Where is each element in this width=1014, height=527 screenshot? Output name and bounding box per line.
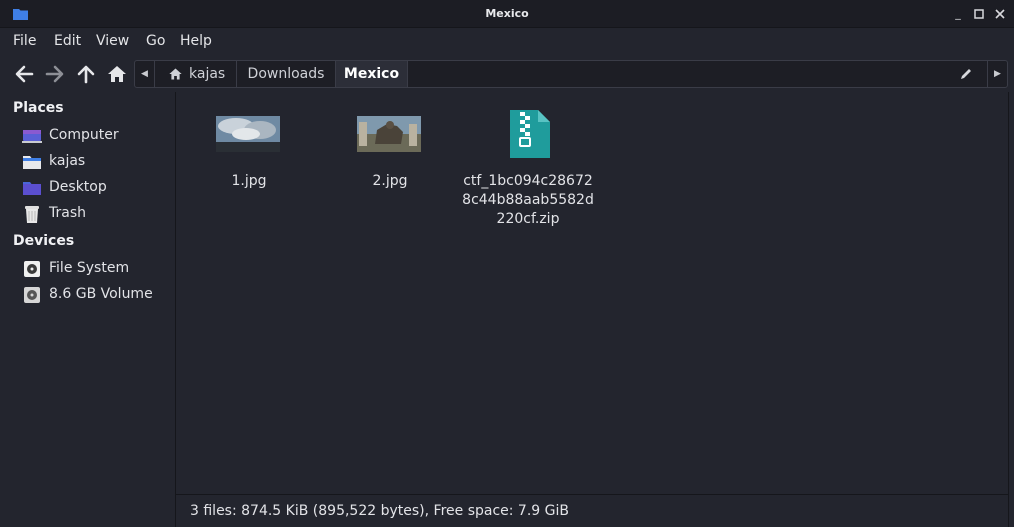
file-view: 1.jpg 2.jpg ctf_1bc094c28672 8c44b88aab5	[176, 92, 1008, 494]
title-bar: Mexico _	[0, 0, 1014, 28]
sidebar: Places Computer kajas Desktop Trash Devi…	[0, 92, 176, 527]
menu-go[interactable]: Go	[146, 33, 165, 49]
computer-icon	[22, 130, 42, 143]
sidebar-item-label: Desktop	[49, 179, 107, 195]
file-item[interactable]: ctf_1bc094c28672 8c44b88aab5582d 220cf.z…	[458, 92, 598, 232]
sidebar-item-computer[interactable]: Computer	[0, 123, 175, 149]
file-item[interactable]: 1.jpg	[176, 92, 316, 232]
home-icon	[169, 68, 182, 80]
home-folder-icon	[23, 156, 41, 169]
places-heading: Places	[13, 100, 64, 116]
forward-arrow-icon[interactable]	[44, 64, 66, 84]
sidebar-item-label: kajas	[49, 153, 86, 169]
sidebar-item-kajas[interactable]: kajas	[0, 149, 175, 175]
edit-path-icon[interactable]	[959, 67, 973, 81]
path-segment-kajas[interactable]: kajas	[156, 61, 237, 87]
sidebar-item-file-system[interactable]: File System	[0, 256, 175, 282]
desktop-icon	[23, 182, 41, 195]
menu-file[interactable]: File	[13, 33, 36, 49]
devices-heading: Devices	[13, 233, 75, 249]
file-name: 1.jpg	[231, 173, 267, 189]
file-name-line: 8c44b88aab5582d	[462, 192, 594, 208]
window-title: Mexico	[485, 7, 529, 20]
maximize-button[interactable]	[972, 7, 986, 21]
file-name-line: 220cf.zip	[496, 211, 560, 227]
file-name-line: ctf_1bc094c28672	[463, 173, 593, 189]
path-segment-downloads[interactable]: Downloads	[237, 61, 336, 87]
zip-archive-icon	[510, 110, 550, 158]
sidebar-item-volume[interactable]: 8.6 GB Volume	[0, 282, 175, 308]
menu-help[interactable]: Help	[180, 33, 212, 49]
up-arrow-icon[interactable]	[75, 64, 97, 84]
sidebar-item-label: File System	[49, 260, 130, 276]
sidebar-item-label: 8.6 GB Volume	[49, 286, 153, 302]
sidebar-item-trash[interactable]: Trash	[0, 201, 175, 227]
maximize-icon	[974, 9, 984, 19]
status-text: 3 files: 874.5 KiB (895,522 bytes), Free…	[190, 503, 569, 519]
sidebar-item-desktop[interactable]: Desktop	[0, 175, 175, 201]
trash-icon	[25, 206, 39, 223]
home-icon[interactable]	[106, 64, 128, 84]
file-item[interactable]: 2.jpg	[317, 92, 457, 232]
drive-icon	[24, 287, 40, 303]
file-name: 2.jpg	[372, 173, 408, 189]
file-name: ctf_1bc094c28672 8c44b88aab5582d 220cf.z…	[455, 172, 601, 229]
minimize-button[interactable]: _	[951, 7, 965, 21]
sidebar-item-label: Trash	[49, 205, 86, 221]
image-thumbnail	[216, 116, 280, 152]
menu-bar: File Edit View Go Help	[0, 28, 1014, 56]
path-scroll-right-button[interactable]: ▶	[987, 61, 1007, 87]
status-bar: 3 files: 874.5 KiB (895,522 bytes), Free…	[176, 494, 1008, 527]
image-thumbnail	[357, 116, 421, 152]
menu-edit[interactable]: Edit	[54, 33, 81, 49]
close-button[interactable]	[993, 7, 1007, 21]
back-arrow-icon[interactable]	[13, 64, 35, 84]
sidebar-item-label: Computer	[49, 127, 119, 143]
window-edge	[1008, 92, 1014, 527]
path-scroll-left-button[interactable]: ◀	[135, 61, 155, 87]
drive-icon	[24, 261, 40, 277]
path-segment-mexico[interactable]: Mexico	[336, 61, 408, 87]
menu-view[interactable]: View	[96, 33, 129, 49]
path-segment-label: kajas	[189, 66, 226, 82]
path-bar: ◀ kajas Downloads Mexico ▶	[134, 60, 1008, 88]
close-icon	[995, 9, 1005, 19]
